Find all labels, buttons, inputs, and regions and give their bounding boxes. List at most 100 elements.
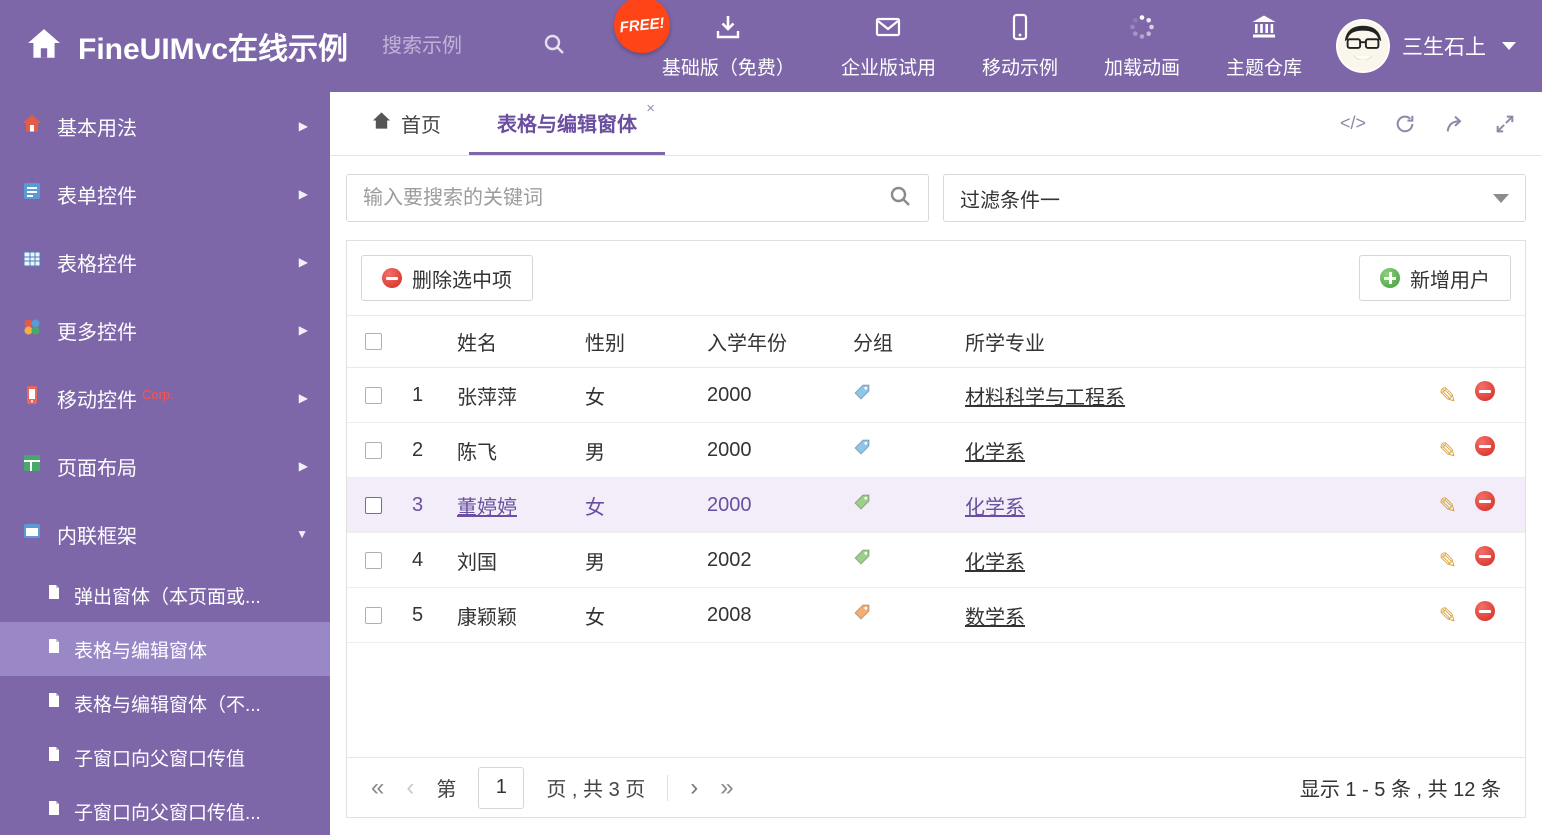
row-name: 刘国 — [447, 532, 575, 588]
major-link[interactable]: 化学系 — [965, 497, 1025, 519]
sidebar-item-basic-usage[interactable]: 基本用法 ▶ — [0, 92, 330, 160]
tab-label: 首页 — [401, 115, 441, 137]
view-source-icon[interactable]: </> — [1340, 113, 1366, 134]
header-nav: FREE! 基础版（免费） 企业版试用 移动示例 加载动画 主题仓库 — [611, 0, 1302, 80]
main-content: 首页 表格与编辑窗体 × </> 过滤条件一 — [330, 92, 1542, 835]
sidebar-item-label: 表格控件 — [57, 253, 137, 276]
sidebar-subitem-child-to-parent[interactable]: 子窗口向父窗口传值 — [0, 730, 330, 784]
sidebar-item-more-controls[interactable]: 更多控件 ▶ — [0, 296, 330, 364]
delete-selected-button[interactable]: 删除选中项 — [361, 255, 533, 301]
edit-icon[interactable]: ✎ — [1439, 383, 1457, 409]
page-suffix-label: 页 , 共 3 页 — [546, 779, 646, 801]
nav-label: 主题仓库 — [1225, 57, 1302, 79]
open-new-window-icon[interactable] — [1444, 113, 1466, 135]
sidebar-item-iframe[interactable]: 内联框架 ▼ — [0, 500, 330, 568]
fullscreen-icon[interactable] — [1494, 113, 1516, 135]
user-menu[interactable]: 三生石上 — [1336, 19, 1516, 73]
sidebar-item-page-layout[interactable]: 页面布局 ▶ — [0, 432, 330, 500]
col-header-major: 所学专业 — [955, 315, 1405, 368]
header-search[interactable] — [382, 32, 566, 61]
row-checkbox[interactable] — [365, 606, 382, 624]
page-prefix-label: 第 — [436, 779, 457, 801]
delete-icon[interactable] — [1475, 601, 1495, 622]
nav-item-loading-animation[interactable]: 加载动画 — [1104, 13, 1180, 80]
mail-icon — [874, 13, 902, 46]
table-row[interactable]: 4 刘国男 2002 化学系 ✎ — [347, 532, 1525, 588]
search-icon[interactable] — [888, 184, 912, 213]
row-number: 5 — [402, 587, 447, 643]
tag-icon — [853, 493, 871, 517]
table-row[interactable]: 1 张萍萍女 2000 材料科学与工程系 ✎ — [347, 367, 1525, 423]
nav-item-theme-repo[interactable]: 主题仓库 — [1226, 13, 1302, 80]
page-number-input[interactable] — [478, 766, 525, 809]
phone-icon — [22, 385, 42, 411]
major-link[interactable]: 化学系 — [965, 442, 1025, 464]
delete-icon[interactable] — [1475, 546, 1495, 567]
delete-icon[interactable] — [1475, 436, 1495, 457]
table-row[interactable]: 3 董婷婷女 2000 化学系 ✎ — [347, 477, 1525, 533]
sidebar-subitem-popup-window[interactable]: 弹出窗体（本页面或... — [0, 568, 330, 622]
last-page-icon[interactable]: » — [720, 774, 733, 802]
search-icon[interactable] — [532, 32, 566, 61]
page-icon — [46, 584, 62, 606]
row-year: 2000 — [697, 422, 843, 478]
chevron-right-icon: ▶ — [298, 323, 308, 337]
row-number: 4 — [402, 532, 447, 588]
major-link[interactable]: 材料科学与工程系 — [965, 387, 1125, 409]
table-row[interactable]: 2 陈飞男 2000 化学系 ✎ — [347, 422, 1525, 478]
filter-row: 过滤条件一 — [330, 156, 1542, 240]
sidebar-subitem-label: 子窗口向父窗口传值... — [74, 802, 261, 824]
tab-home[interactable]: 首页 — [344, 92, 469, 155]
tab-close-icon[interactable]: × — [646, 100, 655, 117]
sidebar-item-mobile-controls[interactable]: 移动控件 Corp. ▶ — [0, 364, 330, 432]
tag-icon — [853, 438, 871, 462]
avatar — [1336, 19, 1390, 73]
edit-icon[interactable]: ✎ — [1439, 548, 1457, 574]
keyword-search-input[interactable] — [363, 186, 888, 210]
filter-dropdown-value: 过滤条件一 — [960, 189, 1060, 212]
row-checkbox[interactable] — [365, 386, 382, 404]
sidebar-item-grid-controls[interactable]: 表格控件 ▶ — [0, 228, 330, 296]
table-icon — [22, 249, 42, 275]
col-header-group: 分组 — [843, 315, 955, 368]
edit-icon[interactable]: ✎ — [1439, 493, 1457, 519]
next-page-icon[interactable]: › — [690, 774, 698, 802]
row-checkbox[interactable] — [365, 496, 382, 514]
sidebar-subitem-grid-edit-window[interactable]: 表格与编辑窗体 — [0, 622, 330, 676]
data-grid: 姓名 性别 入学年份 分组 所学专业 1 张萍萍女 2000 材料科学与工程系 ✎ 2 陈飞… — [347, 315, 1525, 643]
table-row[interactable]: 5 康颖颖女 2008 数学系 ✎ — [347, 587, 1525, 643]
header-search-input[interactable] — [382, 34, 533, 58]
select-all-checkbox[interactable] — [365, 333, 382, 351]
sidebar-subitem-grid-edit-window-2[interactable]: 表格与编辑窗体（不... — [0, 676, 330, 730]
corp-badge: Corp. — [142, 386, 174, 402]
row-number: 1 — [402, 367, 447, 423]
delete-icon[interactable] — [1475, 381, 1495, 402]
home-logo-icon[interactable] — [26, 26, 62, 67]
prev-page-icon[interactable]: ‹ — [406, 774, 414, 802]
edit-icon[interactable]: ✎ — [1439, 603, 1457, 629]
edit-icon[interactable]: ✎ — [1439, 438, 1457, 464]
filter-dropdown[interactable]: 过滤条件一 — [943, 174, 1526, 222]
nav-item-mobile-demo[interactable]: 移动示例 — [982, 13, 1058, 80]
row-checkbox[interactable] — [365, 441, 382, 459]
chevron-down-icon: ▼ — [296, 527, 308, 541]
tab-grid-edit-window[interactable]: 表格与编辑窗体 × — [469, 92, 665, 155]
sidebar-item-form-controls[interactable]: 表单控件 ▶ — [0, 160, 330, 228]
col-header-gender: 性别 — [575, 315, 697, 368]
spinner-icon — [1128, 13, 1156, 46]
keyword-search-box[interactable] — [346, 174, 929, 222]
chevron-right-icon: ▶ — [298, 255, 308, 269]
refresh-icon[interactable] — [1394, 113, 1416, 135]
row-year: 2002 — [697, 532, 843, 588]
major-link[interactable]: 数学系 — [965, 607, 1025, 629]
major-link[interactable]: 化学系 — [965, 552, 1025, 574]
row-checkbox[interactable] — [365, 551, 382, 569]
first-page-icon[interactable]: « — [371, 774, 384, 802]
nav-item-basic-edition[interactable]: FREE! 基础版（免费） — [611, 0, 795, 80]
grid-panel: 删除选中项 新增用户 姓名 性别 入学年份 分组 所学专业 1 张萍萍 女 20… — [346, 240, 1526, 818]
add-user-button[interactable]: 新增用户 — [1359, 255, 1511, 301]
delete-icon[interactable] — [1475, 491, 1495, 512]
nav-item-enterprise-trial[interactable]: 企业版试用 — [841, 13, 936, 80]
row-name: 张萍萍 — [447, 367, 575, 423]
sidebar-subitem-child-to-parent-2[interactable]: 子窗口向父窗口传值... — [0, 784, 330, 835]
